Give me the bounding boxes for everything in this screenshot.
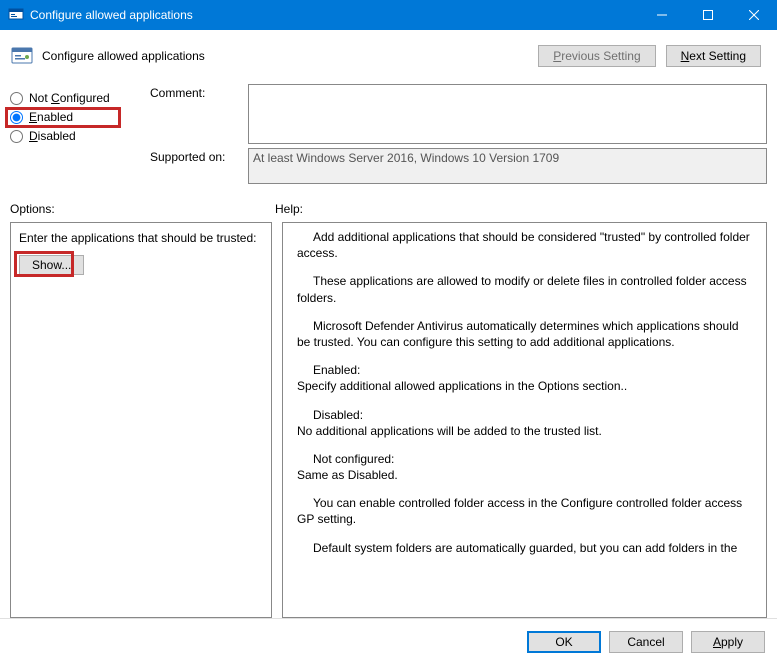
title-bar: Configure allowed applications bbox=[0, 0, 777, 30]
apply-button[interactable]: Apply bbox=[691, 631, 765, 653]
help-text: You can enable controlled folder access … bbox=[297, 495, 752, 527]
help-text: Not configured: Same as Disabled. bbox=[297, 451, 752, 483]
minimize-button[interactable] bbox=[639, 0, 685, 30]
app-icon bbox=[8, 7, 24, 23]
previous-setting-button[interactable]: Previous Setting bbox=[538, 45, 655, 67]
show-button[interactable]: Show... bbox=[19, 255, 84, 275]
supported-on-value: At least Windows Server 2016, Windows 10… bbox=[248, 148, 767, 184]
enabled-radio[interactable] bbox=[10, 111, 23, 124]
supported-on-label: Supported on: bbox=[150, 148, 240, 164]
cancel-button[interactable]: Cancel bbox=[609, 631, 683, 653]
disabled-label[interactable]: Disabled bbox=[29, 129, 76, 143]
help-text: Add additional applications that should … bbox=[297, 229, 752, 261]
disabled-radio[interactable] bbox=[10, 130, 23, 143]
enabled-label[interactable]: Enabled bbox=[29, 110, 73, 124]
window-title: Configure allowed applications bbox=[30, 8, 639, 22]
maximize-button[interactable] bbox=[685, 0, 731, 30]
policy-icon bbox=[10, 44, 34, 68]
comment-label: Comment: bbox=[150, 84, 240, 100]
next-setting-button[interactable]: Next Setting bbox=[666, 45, 761, 67]
help-label: Help: bbox=[275, 202, 767, 216]
state-radio-group: Not Configured Enabled Disabled bbox=[10, 84, 130, 188]
help-text: Microsoft Defender Antivirus automatical… bbox=[297, 318, 752, 350]
help-text: These applications are allowed to modify… bbox=[297, 273, 752, 305]
help-text: Enabled: Specify additional allowed appl… bbox=[297, 362, 752, 394]
options-prompt: Enter the applications that should be tr… bbox=[19, 231, 263, 245]
not-configured-label[interactable]: Not Configured bbox=[29, 91, 110, 105]
page-title: Configure allowed applications bbox=[42, 49, 530, 63]
window-controls bbox=[639, 0, 777, 30]
options-panel: Enter the applications that should be tr… bbox=[10, 222, 272, 618]
help-panel[interactable]: Add additional applications that should … bbox=[282, 222, 767, 618]
options-label: Options: bbox=[10, 202, 275, 216]
not-configured-radio[interactable] bbox=[10, 92, 23, 105]
comment-textarea[interactable] bbox=[248, 84, 767, 144]
help-text: Disabled: No additional applications wil… bbox=[297, 407, 752, 439]
close-button[interactable] bbox=[731, 0, 777, 30]
ok-button[interactable]: OK bbox=[527, 631, 601, 653]
help-text: Default system folders are automatically… bbox=[297, 540, 752, 556]
dialog-button-bar: OK Cancel Apply bbox=[0, 618, 777, 664]
